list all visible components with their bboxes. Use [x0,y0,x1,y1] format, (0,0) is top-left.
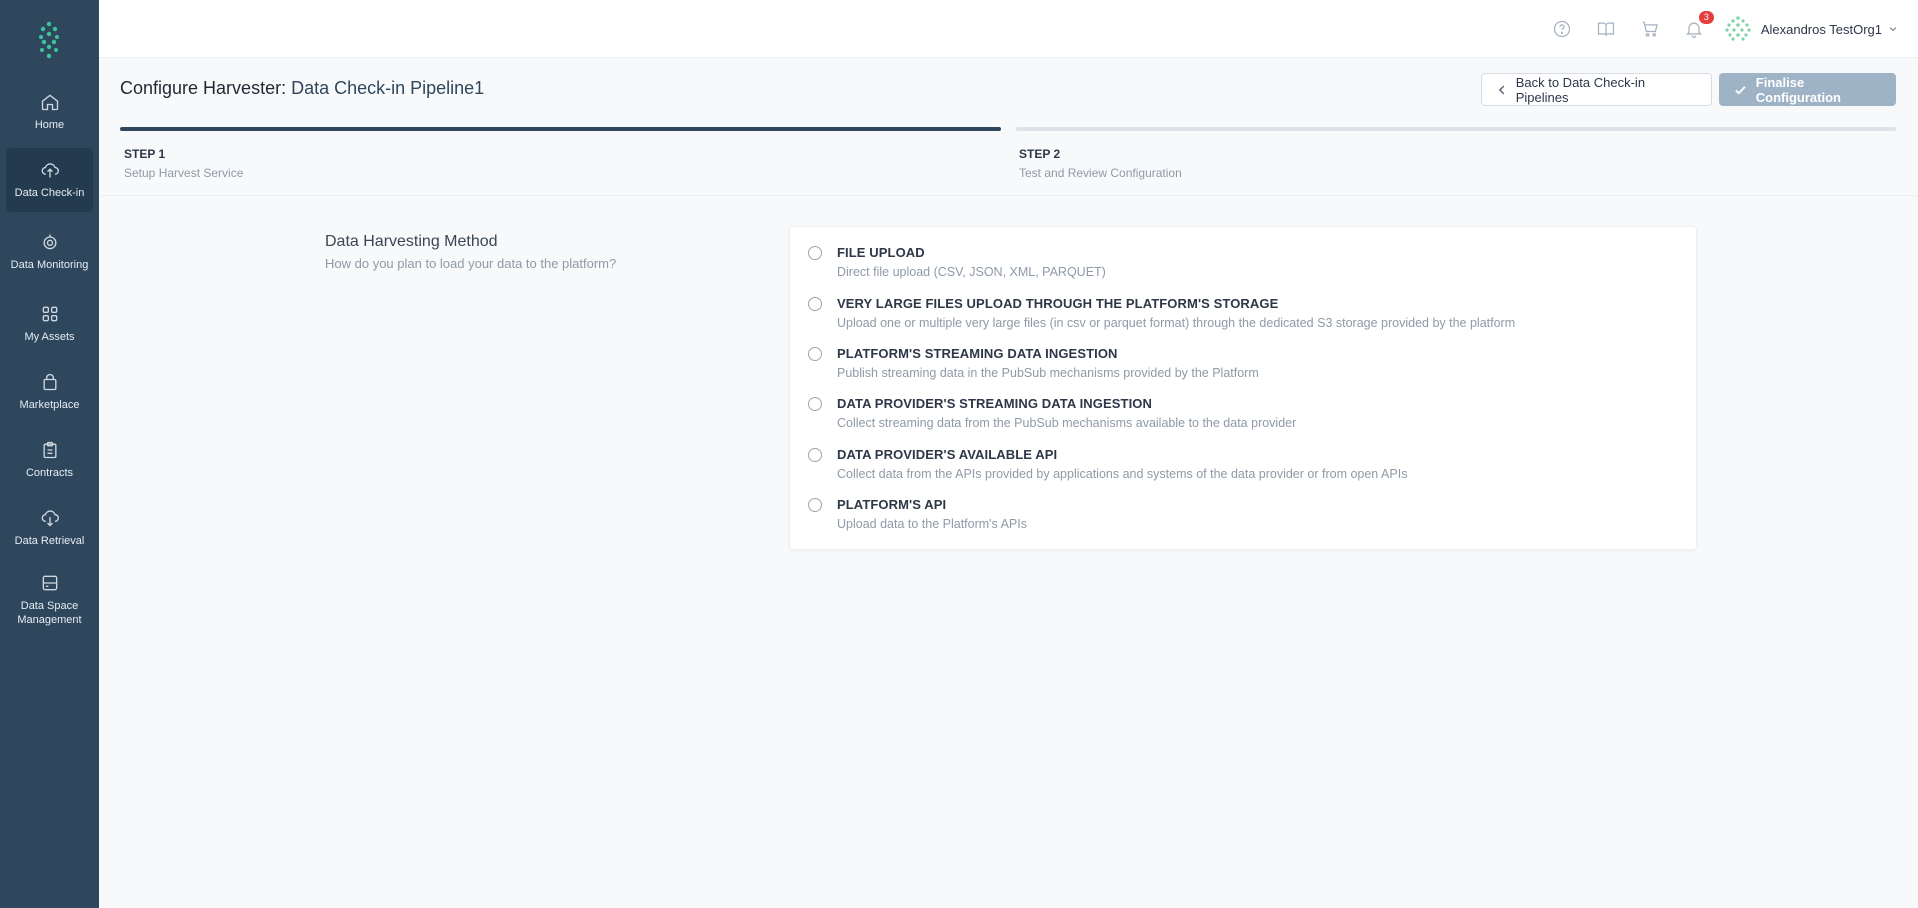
clipboard-icon [43,441,56,459]
radio-button[interactable] [808,448,822,462]
finalise-configuration-button[interactable]: Finalise Configuration [1719,73,1896,106]
shopping-bag-icon [43,373,56,391]
sidebar-item-label: Marketplace [19,399,80,411]
logo-icon[interactable] [33,20,65,60]
sidebar-item-label: Data Space Management [17,600,82,626]
step-subtitle: Test and Review Configuration [1019,166,1182,180]
option-title: PLATFORM'S API [837,497,947,512]
user-name: Alexandros TestOrg1 [1760,21,1882,37]
option-subtitle: Direct file upload (CSV, JSON, XML, PARQ… [837,265,1106,279]
help-icon [1553,20,1570,38]
sidebar-item-label: Home [34,119,65,131]
sidebar-item-data-space-management[interactable]: Data Space Management [6,564,93,636]
step-title: STEP 2 [1019,147,1061,161]
sidebar-item-label: Data Check-in [14,187,85,199]
step-title: STEP 1 [124,147,166,161]
check-icon [1735,85,1746,94]
book-icon [1597,22,1614,36]
divider [99,195,1918,196]
step-2-progress-bar [1016,127,1896,131]
option-title: PLATFORM'S STREAMING DATA INGESTION [837,346,1118,361]
topbar: 3 Alexandros TestOrg1 [99,0,1918,58]
option-title: DATA PROVIDER'S STREAMING DATA INGESTION [837,396,1153,411]
radio-button[interactable] [808,347,822,361]
sidebar-item-data-retrieval[interactable]: Data Retrieval [6,496,93,560]
option-platform-streaming-ingestion[interactable]: PLATFORM'S STREAMING DATA INGESTION Publ… [808,346,1259,380]
monitoring-icon [43,234,56,250]
option-title: VERY LARGE FILES UPLOAD THROUGH THE PLAT… [837,296,1279,311]
notification-badge: 3 [1698,11,1714,24]
docs-button[interactable] [1594,17,1618,41]
upload-cloud-icon [41,163,59,178]
chevron-down-icon [1889,27,1897,32]
harvesting-method-options: FILE UPLOAD Direct file upload (CSV, JSO… [789,226,1697,550]
storage-icon [42,575,57,591]
topbar-actions: 3 Alexandros TestOrg1 [1530,0,1898,58]
option-subtitle: Upload data to the Platform's APIs [837,517,1027,531]
sidebar-item-label: Data Retrieval [14,535,85,547]
pipeline-name: Data Check-in Pipeline1 [291,78,485,98]
radio-button[interactable] [808,397,822,411]
option-platform-api[interactable]: PLATFORM'S API Upload data to the Platfo… [808,497,1027,531]
avatar [1725,16,1751,41]
option-title: FILE UPLOAD [837,245,925,260]
grid-icon [42,306,57,322]
user-menu[interactable]: Alexandros TestOrg1 [1724,15,1898,43]
sidebar-item-label: My Assets [24,331,75,343]
option-subtitle: Collect data from the APIs provided by a… [837,467,1408,481]
sidebar-item-contracts[interactable]: Contracts [6,428,93,492]
sidebar-item-home[interactable]: Home [6,80,93,144]
sidebar-item-label: Data Monitoring [10,259,89,271]
radio-button[interactable] [808,498,822,512]
method-section-label: Data Harvesting Method How do you plan t… [325,233,616,271]
step-1-progress-bar [120,127,1001,131]
back-to-pipelines-button[interactable]: Back to Data Check-in Pipelines [1481,73,1712,106]
page-title-prefix: Configure Harvester: [120,78,292,98]
chevron-left-icon [1498,85,1505,94]
step-subtitle: Setup Harvest Service [124,166,244,180]
cart-button[interactable] [1638,17,1662,41]
sidebar-nav: Home Data Check-in Data Monitoring My As… [0,80,99,640]
radio-button[interactable] [808,297,822,311]
step-1[interactable]: STEP 1 Setup Harvest Service [124,147,243,180]
sidebar-item-data-check-in[interactable]: Data Check-in [6,148,93,212]
method-title: Data Harvesting Method [325,233,498,250]
option-subtitle: Publish streaming data in the PubSub mec… [837,366,1259,380]
help-button[interactable] [1550,17,1574,41]
sidebar-item-marketplace[interactable]: Marketplace [6,360,93,424]
notifications-button[interactable]: 3 [1682,11,1714,41]
sidebar: Home Data Check-in Data Monitoring My As… [0,0,99,908]
cart-icon [1642,21,1658,37]
page-title: Configure Harvester: Data Check-in Pipel… [120,78,484,99]
step-2[interactable]: STEP 2 Test and Review Configuration [1019,147,1182,180]
download-cloud-icon [41,510,59,527]
option-very-large-files-upload[interactable]: VERY LARGE FILES UPLOAD THROUGH THE PLAT… [808,296,1515,330]
finalise-button-label: Finalise Configuration [1755,74,1841,105]
back-button-label: Back to Data Check-in Pipelines [1515,74,1646,105]
option-subtitle: Upload one or multiple very large files … [837,316,1516,330]
option-file-upload[interactable]: FILE UPLOAD Direct file upload (CSV, JSO… [808,245,1106,279]
radio-button[interactable] [808,246,822,260]
option-provider-available-api[interactable]: DATA PROVIDER'S AVAILABLE API Collect da… [808,447,1407,481]
option-title: DATA PROVIDER'S AVAILABLE API [837,447,1058,462]
home-icon [41,94,58,111]
sidebar-item-label: Contracts [25,467,74,479]
sidebar-item-my-assets[interactable]: My Assets [6,292,93,356]
option-subtitle: Collect streaming data from the PubSub m… [837,416,1297,430]
option-provider-streaming-ingestion[interactable]: DATA PROVIDER'S STREAMING DATA INGESTION… [808,396,1296,430]
sidebar-item-data-monitoring[interactable]: Data Monitoring [6,216,93,288]
method-subtitle: How do you plan to load your data to the… [325,256,617,271]
